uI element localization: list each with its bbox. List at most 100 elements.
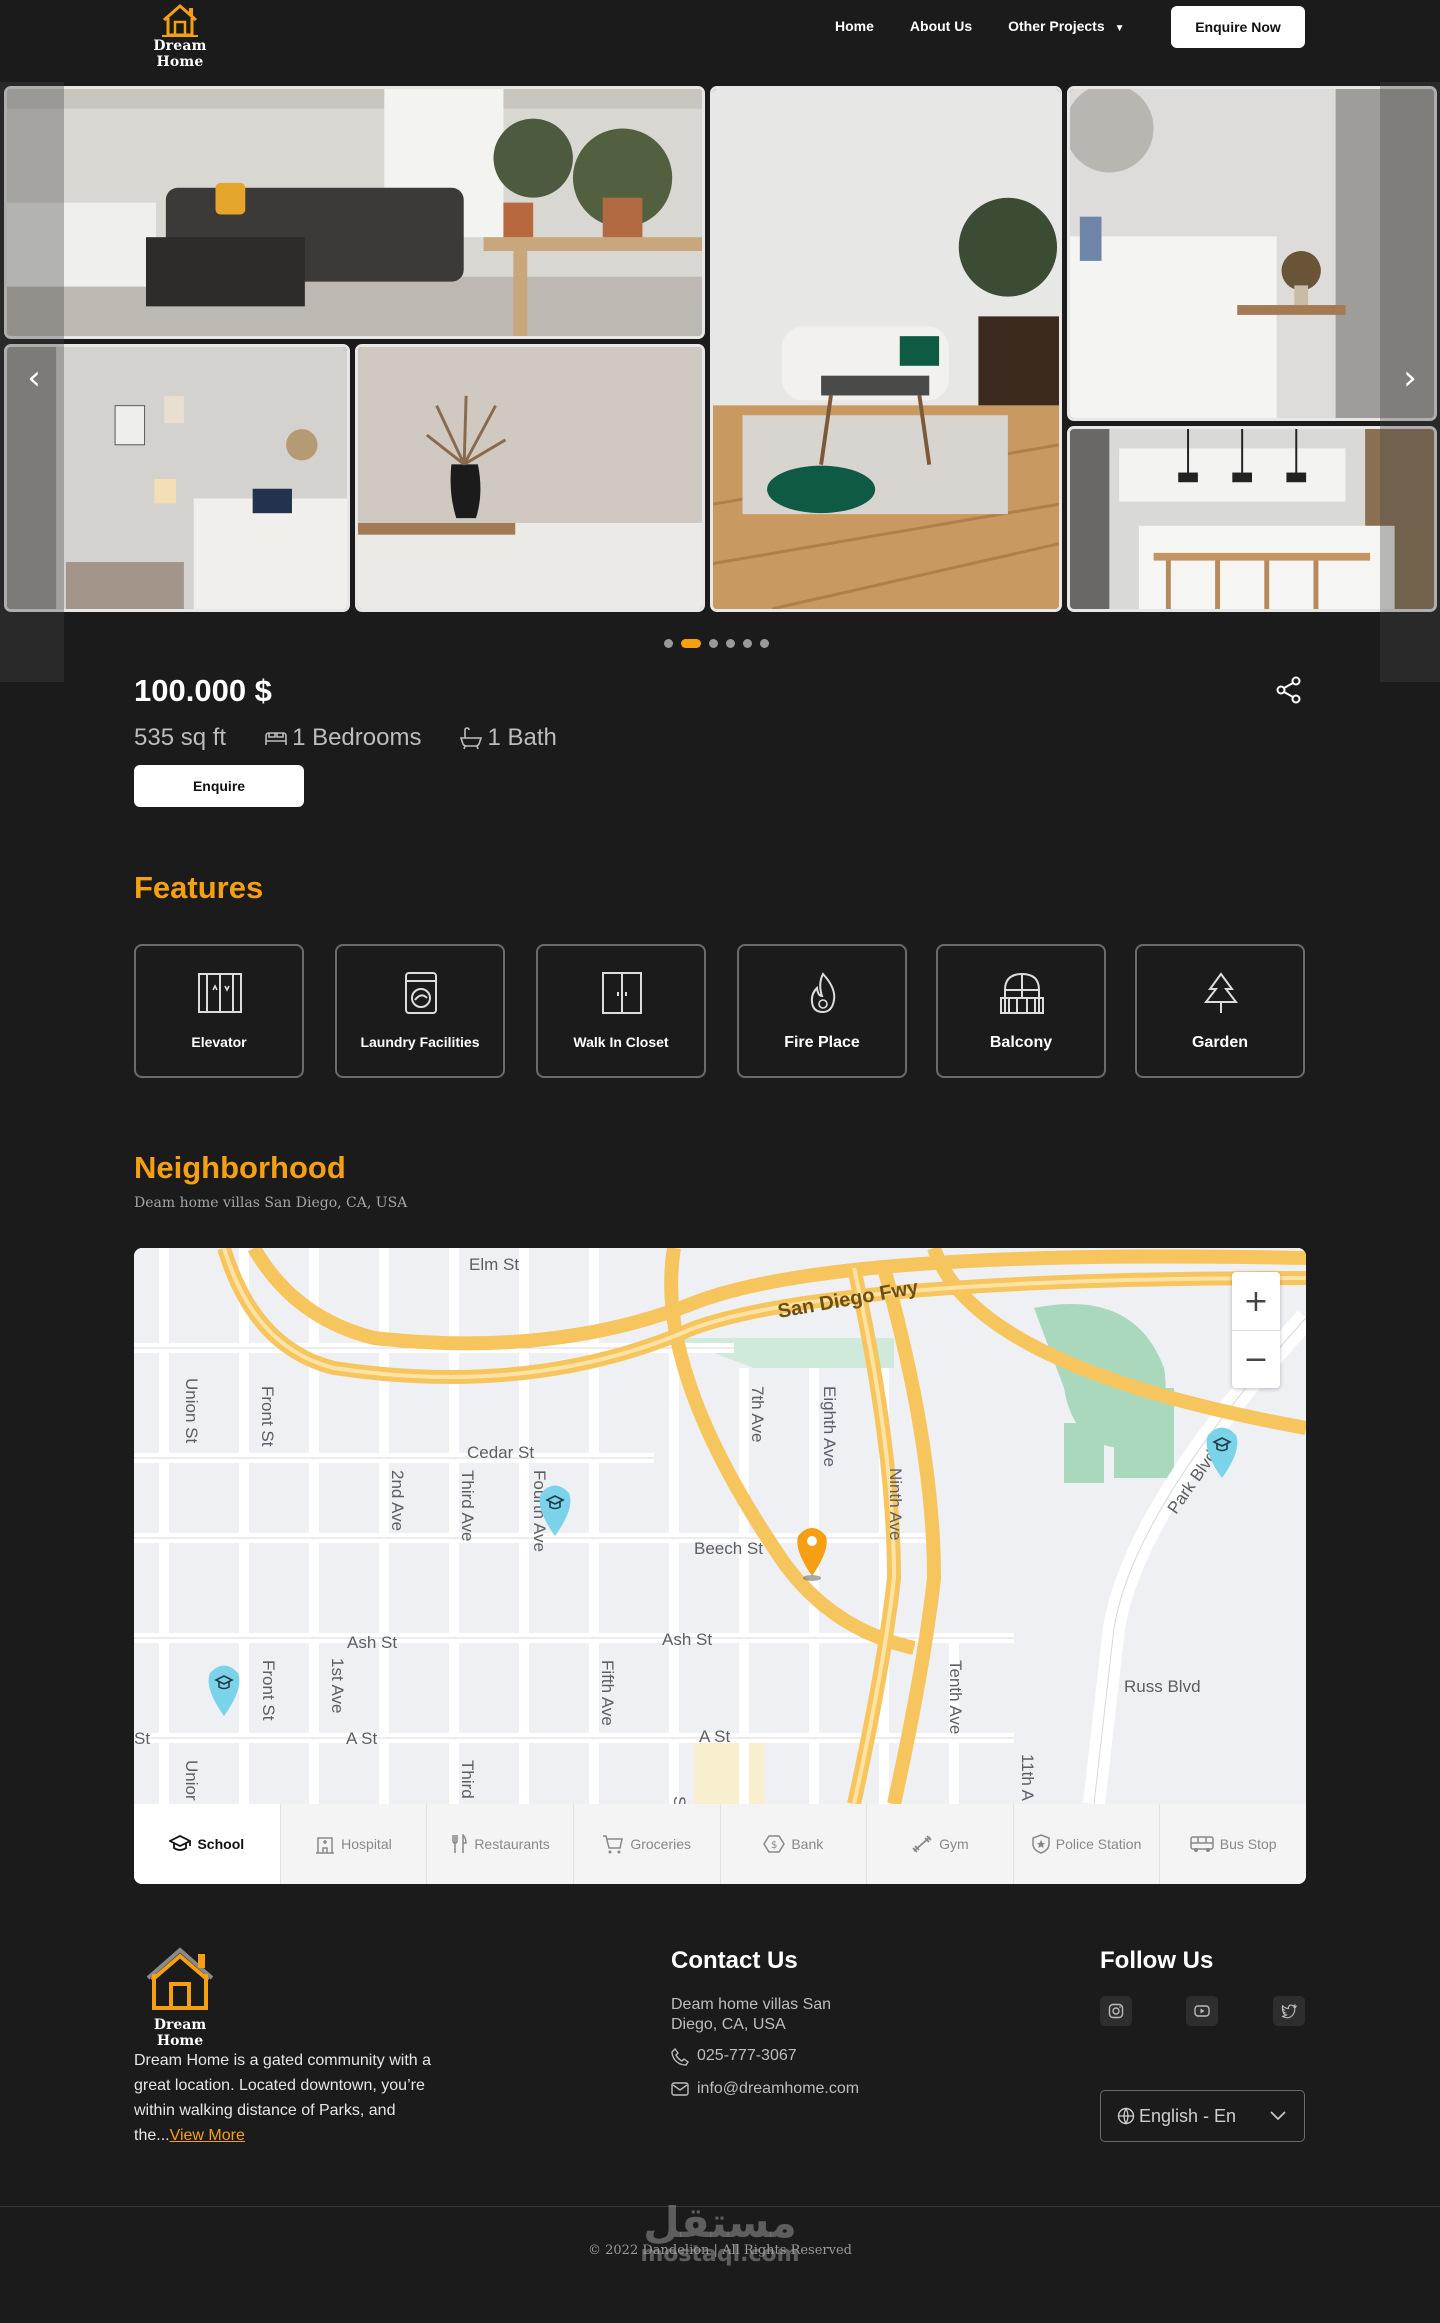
youtube-icon <box>1194 2005 1210 2017</box>
twitter-button[interactable] <box>1273 1996 1305 2026</box>
feature-laundry: Laundry Facilities <box>335 944 505 1078</box>
nav-other-projects[interactable]: Other Projects ▼ <box>1008 18 1124 34</box>
listing-specs: 535 sq ft 1 Bedrooms 1 Bath <box>134 724 595 752</box>
bath-icon <box>460 727 483 750</box>
feature-label: Garden <box>1191 1034 1248 1051</box>
feature-label: Balcony <box>989 1034 1053 1051</box>
feature-label: Walk In Closet <box>573 1034 669 1050</box>
tab-bank[interactable]: $ Bank <box>721 1804 868 1884</box>
house-logo-icon <box>162 4 198 37</box>
footer-about: Dream Home is a gated community with a g… <box>134 2048 454 2148</box>
footer-logo[interactable]: Dream Home <box>134 1942 226 2049</box>
school-icon <box>169 1835 192 1851</box>
map-canvas[interactable]: Elm St San Diego Fwy Cedar St Beech St A… <box>134 1248 1306 1804</box>
svg-text:Ash St: Ash St <box>347 1633 397 1652</box>
tab-police-station[interactable]: Police Station <box>1014 1804 1161 1884</box>
dumbbell-icon <box>912 1835 932 1853</box>
contact-email[interactable]: info@dreamhome.com <box>671 2079 871 2099</box>
feature-label: Elevator <box>191 1034 247 1050</box>
svg-text:Front St: Front St <box>259 1660 278 1721</box>
tab-groceries[interactable]: Groceries <box>574 1804 721 1884</box>
feature-label: Laundry Facilities <box>360 1034 480 1050</box>
svg-text:Ash St: Ash St <box>662 1630 712 1649</box>
gallery-dot[interactable] <box>709 639 718 648</box>
baths-value: 1 Bath <box>487 724 557 751</box>
tab-school[interactable]: School <box>134 1804 281 1884</box>
gallery-pagination <box>664 639 777 648</box>
enquire-now-button[interactable]: Enquire Now <box>1171 6 1305 48</box>
svg-text:Third: Third <box>458 1760 477 1799</box>
nav-about[interactable]: About Us <box>910 18 972 34</box>
bedrooms-value: 1 Bedrooms <box>292 724 422 751</box>
gallery-dot[interactable] <box>664 639 673 648</box>
share-icon[interactable] <box>1274 675 1304 705</box>
brand-logo[interactable]: Dream Home <box>134 2 226 70</box>
neighborhood-map[interactable]: Elm St San Diego Fwy Cedar St Beech St A… <box>134 1248 1306 1884</box>
gallery-photo-living-room[interactable] <box>4 86 705 339</box>
svg-text:7th Ave: 7th Ave <box>748 1386 767 1442</box>
gallery-photo-sofa[interactable] <box>710 86 1062 612</box>
svg-text:Fifth Ave: Fifth Ave <box>598 1660 617 1726</box>
svg-text:Union St: Union St <box>182 1378 201 1443</box>
laundry-icon <box>405 972 437 1014</box>
gallery-photo-vase[interactable] <box>355 344 705 612</box>
svg-text:Third Ave: Third Ave <box>458 1470 477 1542</box>
language-selector[interactable]: English - En <box>1100 2090 1305 2142</box>
svg-text:1st Ave: 1st Ave <box>328 1658 347 1713</box>
svg-text:11th A: 11th A <box>1018 1754 1037 1802</box>
features-list: Elevator Laundry Facilities Walk In Clos… <box>134 944 1306 1080</box>
gallery-prev-arrow-icon[interactable]: ‹ <box>14 358 54 398</box>
copyright: © 2022 Dandelion | All Rights Reserved <box>588 2243 852 2258</box>
nav-home[interactable]: Home <box>835 18 874 34</box>
gallery-dot[interactable] <box>726 639 735 648</box>
gallery-dot-active[interactable] <box>681 639 701 648</box>
feature-closet: Walk In Closet <box>536 944 706 1078</box>
youtube-button[interactable] <box>1186 1996 1218 2026</box>
gallery-dot[interactable] <box>760 639 769 648</box>
bus-icon <box>1190 1836 1214 1852</box>
svg-text:Cedar St: Cedar St <box>467 1443 534 1462</box>
enquire-button[interactable]: Enquire <box>134 765 304 807</box>
house-logo-icon <box>146 1947 214 2010</box>
nav-links: Home About Us Other Projects ▼ <box>835 18 1161 34</box>
balcony-icon <box>1000 972 1044 1014</box>
spec-baths: 1 Bath <box>459 724 557 752</box>
view-more-link[interactable]: View More <box>170 2127 245 2144</box>
nav-other-projects-label: Other Projects <box>1008 18 1105 34</box>
language-value: English - En <box>1139 2105 1237 2126</box>
tab-gym[interactable]: Gym <box>867 1804 1014 1884</box>
svg-text:A St: A St <box>699 1727 730 1746</box>
cart-icon <box>603 1835 624 1854</box>
feature-garden: Garden <box>1135 944 1305 1078</box>
instagram-button[interactable] <box>1100 1996 1132 2026</box>
elevator-icon <box>198 973 242 1013</box>
chevron-down-icon: ▼ <box>1114 23 1125 34</box>
gallery-dot[interactable] <box>743 639 752 648</box>
hospital-icon <box>316 1837 335 1854</box>
contact-phone[interactable]: 025-777-3067 <box>671 2046 797 2066</box>
tab-hospital[interactable]: Hospital <box>281 1804 428 1884</box>
gallery-next-arrow-icon[interactable]: › <box>1390 358 1430 398</box>
svg-text:Front St: Front St <box>258 1386 277 1447</box>
svg-text:St: St <box>134 1729 150 1748</box>
tab-bus-stop[interactable]: Bus Stop <box>1160 1804 1306 1884</box>
restaurant-icon <box>452 1834 468 1853</box>
brand-name: Dream Home <box>153 38 207 70</box>
email-address: info@dreamhome.com <box>697 2080 860 2097</box>
zoom-out-button[interactable]: − <box>1232 1331 1280 1388</box>
tab-label: Groceries <box>630 1836 692 1852</box>
nav-home-label: Home <box>835 18 874 34</box>
neighborhood-address: Deam home villas San Diego, CA, USA <box>134 1195 408 1211</box>
bank-icon: $ <box>763 1835 786 1853</box>
tab-restaurants[interactable]: Restaurants <box>427 1804 574 1884</box>
tab-label: Hospital <box>341 1836 392 1852</box>
phone-icon <box>671 2048 689 2066</box>
top-nav: Dream Home Home About Us Other Projects ▼… <box>0 0 1440 70</box>
zoom-in-button[interactable]: + <box>1232 1272 1280 1330</box>
sofa-image <box>713 89 1059 609</box>
nav-about-label: About Us <box>909 18 973 34</box>
closet-icon <box>602 972 642 1014</box>
svg-text:Russ Blvd: Russ Blvd <box>1124 1677 1201 1696</box>
map-zoom-controls: + − <box>1232 1272 1280 1388</box>
follow-title: Follow Us <box>1100 1947 1214 1974</box>
